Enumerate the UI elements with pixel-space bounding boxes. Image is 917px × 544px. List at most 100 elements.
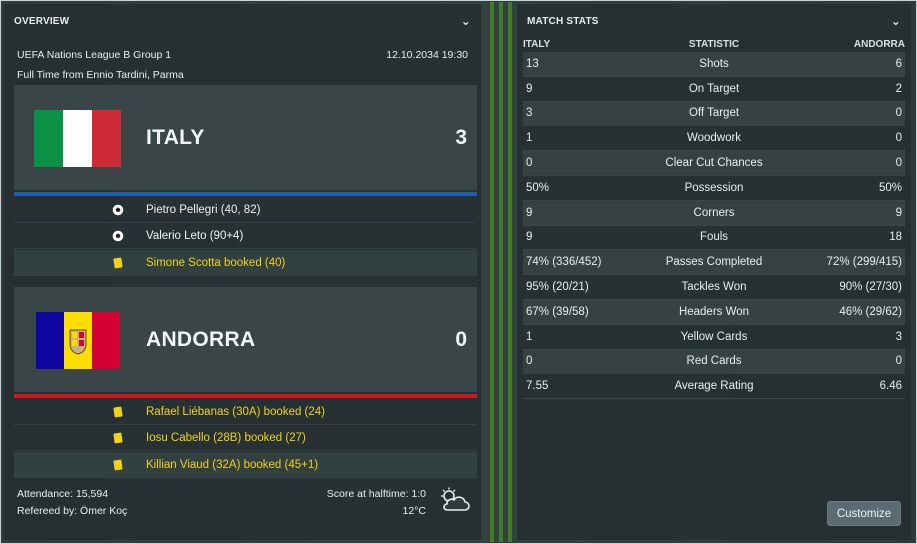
away-team-color-bar bbox=[14, 394, 477, 398]
away-team-score: 0 bbox=[455, 328, 467, 351]
home-team-name: ITALY bbox=[146, 126, 205, 149]
italy-flag-icon bbox=[34, 110, 121, 167]
stat-value-away: 6.46 bbox=[879, 380, 902, 393]
stat-name: Shots bbox=[699, 57, 729, 70]
stat-name: Woodwork bbox=[686, 132, 742, 145]
stat-value-home: 67% (39/58) bbox=[526, 305, 589, 318]
stat-name: Red Cards bbox=[686, 355, 742, 368]
event-text: Pietro Pellegri (40, 82) bbox=[146, 203, 261, 216]
stat-value-away: 72% (299/415) bbox=[826, 256, 902, 269]
stat-row: 0 Red Cards 0 bbox=[523, 349, 905, 375]
yellow-card-icon bbox=[108, 458, 128, 471]
stat-row: 9 On Target 2 bbox=[523, 77, 905, 102]
stat-name: Off Target bbox=[688, 107, 740, 120]
stat-row: 67% (39/58) Headers Won 46% (29/62) bbox=[523, 300, 905, 325]
stat-name: Clear Cut Chances bbox=[665, 157, 763, 170]
stat-row: 7.55 Average Rating 6.46 bbox=[523, 374, 905, 400]
event-row[interactable]: Pietro Pellegri (40, 82) bbox=[14, 197, 477, 223]
stat-value-home: 9 bbox=[526, 206, 533, 219]
event-text: Iosu Cabello (28B) booked (27) bbox=[146, 431, 306, 444]
event-row[interactable]: Valerio Leto (90+4) bbox=[14, 223, 477, 249]
stat-value-away: 50% bbox=[878, 181, 902, 194]
stat-value-home: 74% (336/452) bbox=[526, 256, 602, 269]
stat-row: 9 Corners 9 bbox=[523, 200, 905, 226]
stat-name: Passes Completed bbox=[665, 256, 763, 269]
stat-name: Average Rating bbox=[674, 380, 754, 393]
stat-value-away: 0 bbox=[895, 157, 902, 170]
pitch-stripe bbox=[499, 2, 503, 542]
attendance-label: Attendance: 15,594 bbox=[17, 488, 109, 500]
stat-value-away: 0 bbox=[895, 355, 902, 368]
football-icon bbox=[108, 230, 128, 242]
away-team-name: ANDORRA bbox=[146, 328, 256, 351]
home-team-score: 3 bbox=[455, 126, 467, 149]
stat-name: Tackles Won bbox=[681, 281, 747, 294]
chevron-down-icon[interactable]: ⌄ bbox=[891, 14, 901, 28]
stat-name: Possession bbox=[684, 181, 744, 194]
match-meta: UEFA Nations League B Group 1 12.10.2034… bbox=[17, 49, 468, 61]
stat-value-home: 13 bbox=[526, 57, 539, 70]
event-row[interactable]: Simone Scotta booked (40) bbox=[14, 250, 477, 276]
stat-name: Headers Won bbox=[678, 305, 750, 318]
home-team-block[interactable]: ITALY 3 bbox=[14, 85, 477, 190]
stat-row: 1 Yellow Cards 3 bbox=[523, 325, 905, 350]
stat-value-away: 0 bbox=[895, 132, 902, 145]
event-row[interactable]: Rafael Liébanas (30A) booked (24) bbox=[14, 399, 477, 425]
stat-name: Yellow Cards bbox=[680, 330, 748, 343]
match-datetime: 12.10.2034 19:30 bbox=[386, 49, 468, 61]
stat-value-home: 1 bbox=[526, 330, 533, 343]
result-meta: Full Time from Ennio Tardini, Parma bbox=[17, 69, 468, 81]
yellow-card-icon bbox=[108, 431, 128, 444]
stat-value-home: 50% bbox=[526, 181, 550, 194]
partly-cloudy-icon bbox=[441, 487, 470, 511]
stat-row: 9 Fouls 18 bbox=[523, 226, 905, 251]
stat-value-away: 9 bbox=[895, 206, 902, 219]
stat-value-home: 95% (20/21) bbox=[526, 281, 589, 294]
chevron-down-icon[interactable]: ⌄ bbox=[461, 14, 471, 28]
stat-value-away: 0 bbox=[895, 107, 902, 120]
stat-value-away: 6 bbox=[895, 57, 902, 70]
event-row[interactable]: Iosu Cabello (28B) booked (27) bbox=[14, 425, 477, 451]
event-text: Killian Viaud (32A) booked (45+1) bbox=[146, 458, 319, 471]
competition-label: UEFA Nations League B Group 1 bbox=[17, 49, 172, 61]
stat-row: 3 Off Target 0 bbox=[523, 101, 905, 127]
stat-value-home: 9 bbox=[526, 82, 533, 95]
result-line: Full Time from Ennio Tardini, Parma bbox=[17, 69, 184, 81]
away-team-block[interactable]: ANDORRA 0 bbox=[14, 287, 477, 392]
temperature-label: 12°C bbox=[402, 505, 426, 517]
andorra-flag-icon bbox=[36, 312, 120, 369]
stat-row: 13 Shots 6 bbox=[523, 52, 905, 77]
overview-title: OVERVIEW bbox=[14, 15, 70, 27]
yellow-card-icon bbox=[108, 405, 128, 418]
halftime-score: Score at halftime: 1:0 bbox=[326, 488, 426, 500]
stat-row: 1 Woodwork 0 bbox=[523, 126, 905, 152]
stat-value-home: 0 bbox=[526, 355, 533, 368]
stat-name: Corners bbox=[693, 206, 735, 219]
yellow-card-icon bbox=[108, 256, 128, 269]
customize-button[interactable]: Customize bbox=[827, 501, 901, 526]
referee-label: Refereed by: Ömer Koç bbox=[17, 505, 128, 517]
stat-value-home: 7.55 bbox=[526, 380, 549, 393]
match-stats-title: MATCH STATS bbox=[527, 15, 599, 27]
stat-value-home: 9 bbox=[526, 231, 533, 244]
overview-header[interactable]: OVERVIEW ⌄ bbox=[4, 4, 481, 38]
stat-value-home: 3 bbox=[526, 107, 533, 120]
stat-value-home: 1 bbox=[526, 132, 533, 145]
match-stats-header[interactable]: MATCH STATS ⌄ bbox=[517, 4, 911, 38]
stat-value-away: 2 bbox=[895, 82, 902, 95]
stat-row: 50% Possession 50% bbox=[523, 176, 905, 201]
home-team-color-bar bbox=[14, 192, 477, 196]
stat-value-away: 46% (29/62) bbox=[839, 305, 902, 318]
stat-row: 74% (336/452) Passes Completed 72% (299/41… bbox=[523, 250, 905, 276]
stat-name: On Target bbox=[688, 82, 740, 95]
event-text: Valerio Leto (90+4) bbox=[146, 229, 244, 242]
event-text: Rafael Liébanas (30A) booked (24) bbox=[146, 405, 326, 418]
event-row[interactable]: Killian Viaud (32A) booked (45+1) bbox=[14, 452, 477, 478]
pitch-stripe bbox=[508, 2, 512, 542]
match-stats-panel: MATCH STATS ⌄ ITALY STATISTIC ANDORRA 13… bbox=[517, 4, 911, 540]
stat-value-away: 18 bbox=[889, 231, 902, 244]
pitch-stripe bbox=[490, 2, 494, 542]
stat-value-away: 90% (27/30) bbox=[839, 281, 902, 294]
event-text: Simone Scotta booked (40) bbox=[146, 256, 286, 269]
stat-value-home: 0 bbox=[526, 157, 533, 170]
